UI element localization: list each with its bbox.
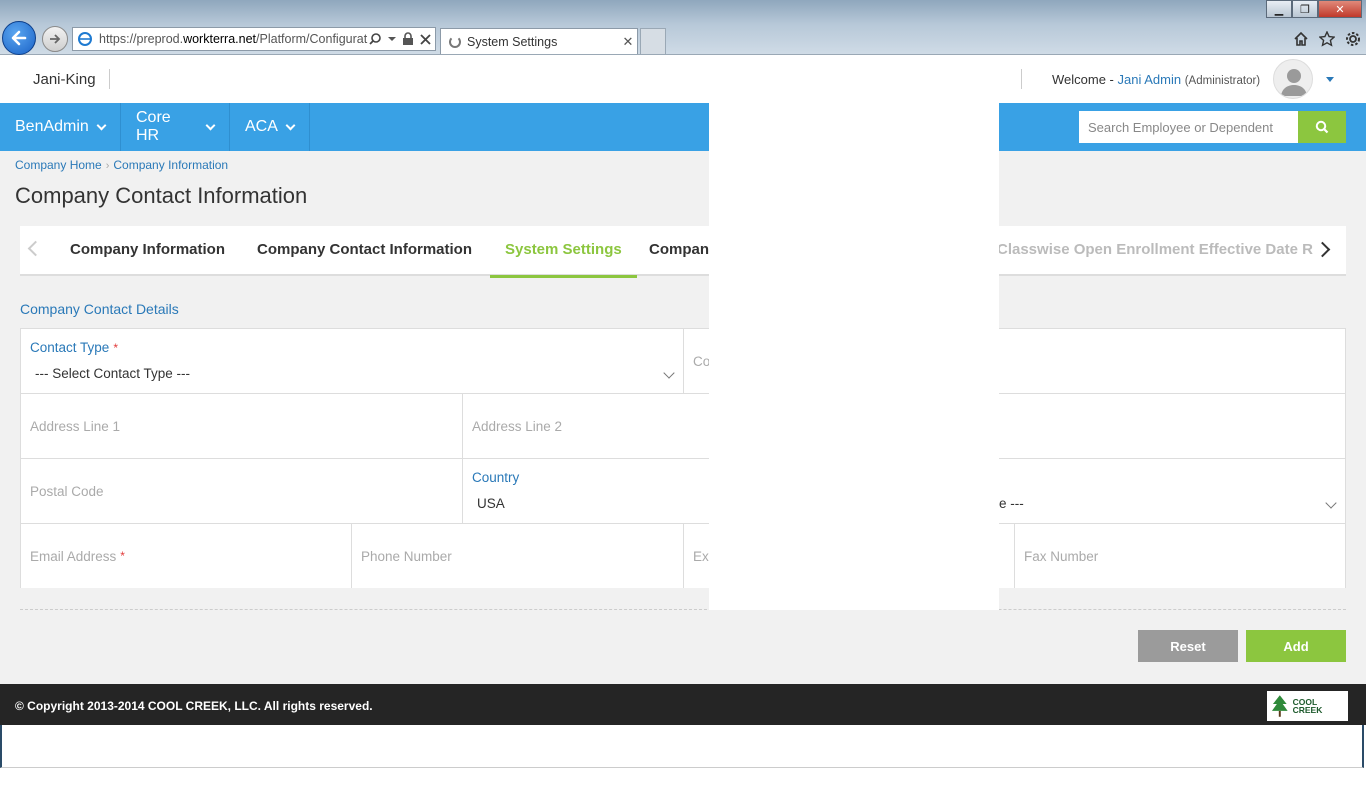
tab-company-information[interactable]: Company Information xyxy=(55,226,240,276)
browser-chrome: https://preprod.workterra.net/Platform/C… xyxy=(0,0,1366,55)
copyright-text: © Copyright 2013-2014 COOL CREEK, LLC. A… xyxy=(15,699,373,713)
breadcrumb-item-company-information[interactable]: Company Information xyxy=(113,158,228,172)
phone-number-field[interactable]: Phone Number xyxy=(352,524,684,588)
email-address-placeholder: Email Address * xyxy=(30,548,125,564)
search-button[interactable] xyxy=(1298,111,1346,143)
settings-gear-icon[interactable] xyxy=(1344,30,1362,48)
tree-logo-icon xyxy=(1271,695,1288,717)
browser-tab[interactable]: System Settings ✕ xyxy=(440,28,638,54)
employee-search-input[interactable] xyxy=(1079,111,1299,143)
user-avatar-icon xyxy=(1281,69,1307,96)
company-brand[interactable]: Jani-King xyxy=(33,71,96,88)
tab-classwise-open-enrollment[interactable]: Classwise Open Enrollment Effective Date… xyxy=(982,226,1328,276)
chevron-down-icon xyxy=(1325,497,1337,509)
settings-tabs: Company Information Company Contact Info… xyxy=(20,226,1346,278)
breadcrumb: Company Home › Company Information xyxy=(15,158,228,172)
maximize-icon[interactable]: ❐ xyxy=(1292,0,1318,18)
tabs-scroll-left-icon[interactable] xyxy=(27,240,44,257)
contact-type-value: --- Select Contact Type --- xyxy=(35,366,191,381)
window-controls: ▁ ❐ ✕ xyxy=(1266,0,1362,18)
welcome-prefix: Welcome - xyxy=(1052,72,1118,87)
user-name-link[interactable]: Jani Admin xyxy=(1118,72,1182,87)
main-content: Company Home › Company Information Company… xyxy=(0,151,1366,684)
fax-number-placeholder: Fax Number xyxy=(1024,548,1099,564)
arrow-right-icon xyxy=(50,34,61,44)
user-menu-caret-icon[interactable] xyxy=(1326,77,1334,82)
contact-form: Contact Type * --- Select Contact Type --… xyxy=(20,328,1346,588)
country-value: USA xyxy=(477,496,505,511)
section-title: Company Contact Details xyxy=(20,301,179,317)
breadcrumb-separator-icon: › xyxy=(105,160,110,172)
cool-creek-logo: COOL CREEK xyxy=(1267,691,1348,721)
postal-code-placeholder: Postal Code xyxy=(30,483,104,499)
footer: © Copyright 2013-2014 COOL CREEK, LLC. A… xyxy=(0,684,1366,725)
browser-tools xyxy=(1292,30,1362,48)
stop-icon[interactable] xyxy=(420,33,431,45)
favorites-star-icon[interactable] xyxy=(1318,30,1336,48)
blank-overlay xyxy=(709,103,999,610)
required-asterisk: * xyxy=(120,549,125,563)
chevron-down-icon xyxy=(205,120,216,130)
tab-company-contact-information[interactable]: Company Contact Information xyxy=(242,226,487,276)
user-role: (Administrator) xyxy=(1184,75,1261,87)
welcome-text: Welcome - Jani Admin (Administrator) xyxy=(1052,72,1260,87)
chevron-down-icon xyxy=(663,367,675,379)
loading-icon xyxy=(449,35,461,48)
nav-item-label: ACA xyxy=(245,118,278,135)
fax-number-field[interactable]: Fax Number xyxy=(1015,524,1345,588)
contact-name-placeholder: Co xyxy=(693,353,711,369)
new-tab-button[interactable] xyxy=(640,28,666,54)
breadcrumb-item-company-home[interactable]: Company Home xyxy=(15,158,102,172)
browser-tab-title: System Settings xyxy=(467,34,558,49)
contact-type-select[interactable]: Contact Type * --- Select Contact Type --… xyxy=(21,329,684,394)
country-label: Country xyxy=(472,470,520,485)
header-divider xyxy=(1021,69,1022,89)
ie-page-icon xyxy=(78,32,92,46)
header-divider xyxy=(109,69,110,89)
page-title: Company Contact Information xyxy=(15,183,308,208)
address-line-1-field[interactable]: Address Line 1 xyxy=(21,394,463,459)
nav-item-aca[interactable]: ACA xyxy=(230,103,310,151)
home-icon[interactable] xyxy=(1292,30,1310,48)
forward-button[interactable] xyxy=(42,26,68,52)
minimize-icon[interactable]: ▁ xyxy=(1266,0,1292,18)
postal-code-field[interactable]: Postal Code xyxy=(21,459,463,524)
app-header: Jani-King Welcome - Jani Admin (Administ… xyxy=(0,55,1366,103)
phone-number-placeholder: Phone Number xyxy=(361,548,452,564)
close-tab-icon[interactable]: ✕ xyxy=(619,34,637,50)
form-divider xyxy=(20,609,1346,610)
chevron-down-icon xyxy=(285,120,296,130)
avatar[interactable] xyxy=(1273,59,1313,99)
lock-icon[interactable] xyxy=(402,32,414,46)
add-button[interactable]: Add xyxy=(1246,630,1346,662)
search-icon[interactable] xyxy=(368,32,382,46)
main-navbar: BenAdmin Core HR ACA xyxy=(0,103,1366,151)
close-window-icon[interactable]: ✕ xyxy=(1318,0,1362,18)
nav-item-core-hr[interactable]: Core HR xyxy=(121,103,230,151)
address-bar[interactable]: https://preprod.workterra.net/Platform/C… xyxy=(72,27,436,51)
tab-system-settings[interactable]: System Settings xyxy=(490,226,637,278)
window-bottom-frame xyxy=(0,725,1364,768)
url-text: https://preprod.workterra.net/Platform/C… xyxy=(99,32,368,46)
contact-type-label: Contact Type * xyxy=(30,340,118,355)
address-line-1-placeholder: Address Line 1 xyxy=(30,418,121,434)
email-address-field[interactable]: Email Address * xyxy=(21,524,352,588)
address-line-2-placeholder: Address Line 2 xyxy=(472,418,563,434)
dropdown-icon[interactable] xyxy=(388,35,396,43)
search-icon xyxy=(1315,120,1329,134)
back-button[interactable] xyxy=(2,21,36,55)
nav-item-label: BenAdmin xyxy=(15,118,89,135)
nav-item-benadmin[interactable]: BenAdmin xyxy=(0,103,121,151)
arrow-left-icon xyxy=(11,30,27,46)
reset-button[interactable]: Reset xyxy=(1138,630,1238,662)
required-asterisk: * xyxy=(113,341,118,355)
chevron-down-icon xyxy=(96,120,107,130)
state-value-partial: e --- xyxy=(999,496,1024,511)
logo-text: COOL CREEK xyxy=(1292,696,1323,715)
nav-item-label: Core HR xyxy=(136,109,171,144)
